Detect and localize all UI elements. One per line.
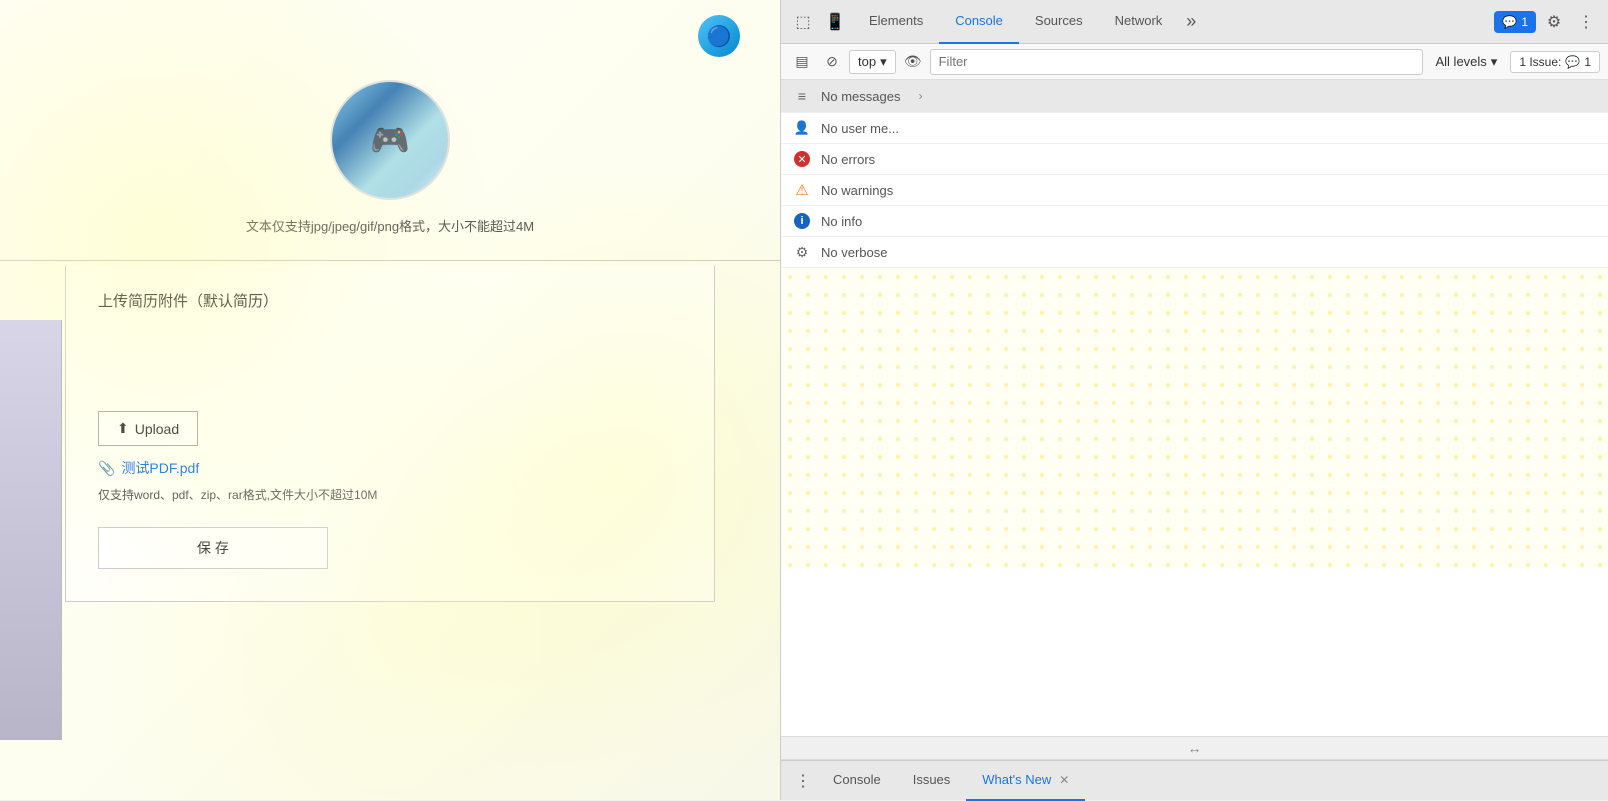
resize-icon: ↔ xyxy=(1188,740,1202,756)
console-empty-area xyxy=(781,268,1608,568)
bottom-whatsnew-label: What's New xyxy=(982,772,1051,787)
devtools-header-right: 💬 1 ⚙ ⋮ xyxy=(1494,8,1600,36)
chat-badge-btn[interactable]: 💬 1 xyxy=(1494,11,1536,33)
tab-sources[interactable]: Sources xyxy=(1019,0,1099,44)
tab-elements[interactable]: Elements xyxy=(853,0,939,44)
chat-icon: 💬 xyxy=(1502,15,1517,29)
close-whats-new-btn[interactable]: ✕ xyxy=(1059,773,1069,787)
save-label: 保 存 xyxy=(197,540,229,556)
devtools-toolbar: ▤ ⊘ top ▾ 👁 All levels ▾ 1 Issue: 💬 1 xyxy=(781,44,1608,80)
save-button[interactable]: 保 存 xyxy=(98,527,328,569)
filter-input[interactable] xyxy=(930,49,1423,75)
console-item-no-verbose[interactable]: ⚙ No verbose xyxy=(781,237,1608,268)
no-info-text: No info xyxy=(821,214,862,229)
sidebar-toggle-icon: ▤ xyxy=(795,53,808,70)
bottom-issues-label: Issues xyxy=(913,772,951,787)
error-icon: ✕ xyxy=(793,150,811,168)
verbose-icon: ⚙ xyxy=(793,243,811,261)
upload-icon: ⬆ xyxy=(117,420,129,437)
chat-icon-small: 💬 xyxy=(1565,55,1580,69)
context-label: top xyxy=(858,54,876,69)
file-hint: 仅支持word、pdf、zip、rar格式,文件大小不超过10M xyxy=(98,486,682,503)
upload-button[interactable]: ⬆ Upload xyxy=(98,411,198,446)
issue-label: 1 Issue: xyxy=(1519,55,1561,69)
resume-section: 上传简历附件（默认简历） ⬆ Upload 📎 测试PDF.pdf 仅支持wor… xyxy=(65,266,715,602)
resize-handle[interactable]: ↔ xyxy=(781,736,1608,760)
bottom-tab-whats-new[interactable]: What's New ✕ xyxy=(966,761,1085,801)
chevron-right-icon[interactable]: › xyxy=(910,86,930,106)
tab-console[interactable]: Console xyxy=(939,0,1019,44)
app-logo: 🔵 xyxy=(698,15,740,57)
warning-icon: ⚠ xyxy=(793,181,811,199)
logo-icon: 🔵 xyxy=(707,24,732,49)
levels-label: All levels xyxy=(1436,54,1487,69)
more-options-btn[interactable]: ⋮ xyxy=(1572,8,1600,36)
console-messages: ≡ No messages › 👤 No user me... ✕ No err… xyxy=(781,80,1608,736)
info-icon: i xyxy=(793,212,811,230)
no-verbose-text: No verbose xyxy=(821,245,887,260)
attachment-icon: 📎 xyxy=(98,460,115,477)
settings-btn[interactable]: ⚙ xyxy=(1540,8,1568,36)
avatar-image xyxy=(332,82,448,198)
no-errors-text: No errors xyxy=(821,152,875,167)
user-icon: 👤 xyxy=(793,119,811,137)
file-link[interactable]: 📎 测试PDF.pdf xyxy=(98,458,682,478)
file-name: 测试PDF.pdf xyxy=(121,458,199,478)
devtools-header: ⬚ 📱 Elements Console Sources Network » 💬… xyxy=(781,0,1608,44)
upload-label: Upload xyxy=(135,421,179,437)
resume-title: 上传简历附件（默认简历） xyxy=(98,290,682,311)
more-tabs-btn[interactable]: » xyxy=(1178,0,1204,44)
list-icon: ≡ xyxy=(793,87,811,105)
eye-icon: 👁 xyxy=(904,53,922,70)
console-item-no-errors[interactable]: ✕ No errors xyxy=(781,144,1608,175)
levels-dropdown[interactable]: All levels ▾ xyxy=(1427,50,1507,74)
devtools-bottom-bar: ⋮ Console Issues What's New ✕ xyxy=(781,760,1608,800)
block-icon-btn[interactable]: ⊘ xyxy=(819,49,845,75)
bottom-tab-issues[interactable]: Issues xyxy=(897,761,967,801)
no-warnings-text: No warnings xyxy=(821,183,893,198)
left-sidebar-strip xyxy=(0,320,62,740)
context-dropdown[interactable]: top ▾ xyxy=(849,50,896,74)
browser-page: 🔵 文本仅支持jpg/jpeg/gif/png格式，大小不能超过4M 上传简历附… xyxy=(0,0,780,800)
avatar-circle[interactable] xyxy=(330,80,450,200)
bottom-tab-console[interactable]: Console xyxy=(817,761,897,801)
console-sidebar-btn[interactable]: ▤ xyxy=(789,49,815,75)
dots-icon: ⋮ xyxy=(1578,12,1594,32)
avatar-section: 文本仅支持jpg/jpeg/gif/png格式，大小不能超过4M xyxy=(0,0,780,255)
devtools-panel: ⬚ 📱 Elements Console Sources Network » 💬… xyxy=(780,0,1608,800)
no-messages-text: No messages xyxy=(821,89,900,104)
badge-count: 1 xyxy=(1521,15,1528,29)
section-divider xyxy=(0,260,780,261)
console-item-no-user[interactable]: 👤 No user me... xyxy=(781,113,1608,144)
issue-count: 1 xyxy=(1584,55,1591,69)
bottom-menu-btn[interactable]: ⋮ xyxy=(789,767,817,795)
issue-badge[interactable]: 1 Issue: 💬 1 xyxy=(1510,51,1600,73)
block-icon: ⊘ xyxy=(826,53,838,70)
bottom-console-label: Console xyxy=(833,772,881,787)
levels-arrow-icon: ▾ xyxy=(1491,54,1498,70)
devtools-tabs: Elements Console Sources Network » xyxy=(853,0,1490,44)
avatar-hint: 文本仅支持jpg/jpeg/gif/png格式，大小不能超过4M xyxy=(246,216,534,235)
inspect-element-btn[interactable]: ⬚ xyxy=(789,8,817,36)
eye-btn[interactable]: 👁 xyxy=(900,49,926,75)
console-item-no-info[interactable]: i No info xyxy=(781,206,1608,237)
console-item-no-messages[interactable]: ≡ No messages › xyxy=(781,80,1608,113)
console-item-no-warnings[interactable]: ⚠ No warnings xyxy=(781,175,1608,206)
tab-network[interactable]: Network xyxy=(1099,0,1179,44)
settings-icon: ⚙ xyxy=(1547,12,1561,32)
no-user-text: No user me... xyxy=(821,121,899,136)
device-toolbar-btn[interactable]: 📱 xyxy=(821,8,849,36)
dropdown-arrow-icon: ▾ xyxy=(880,54,887,70)
